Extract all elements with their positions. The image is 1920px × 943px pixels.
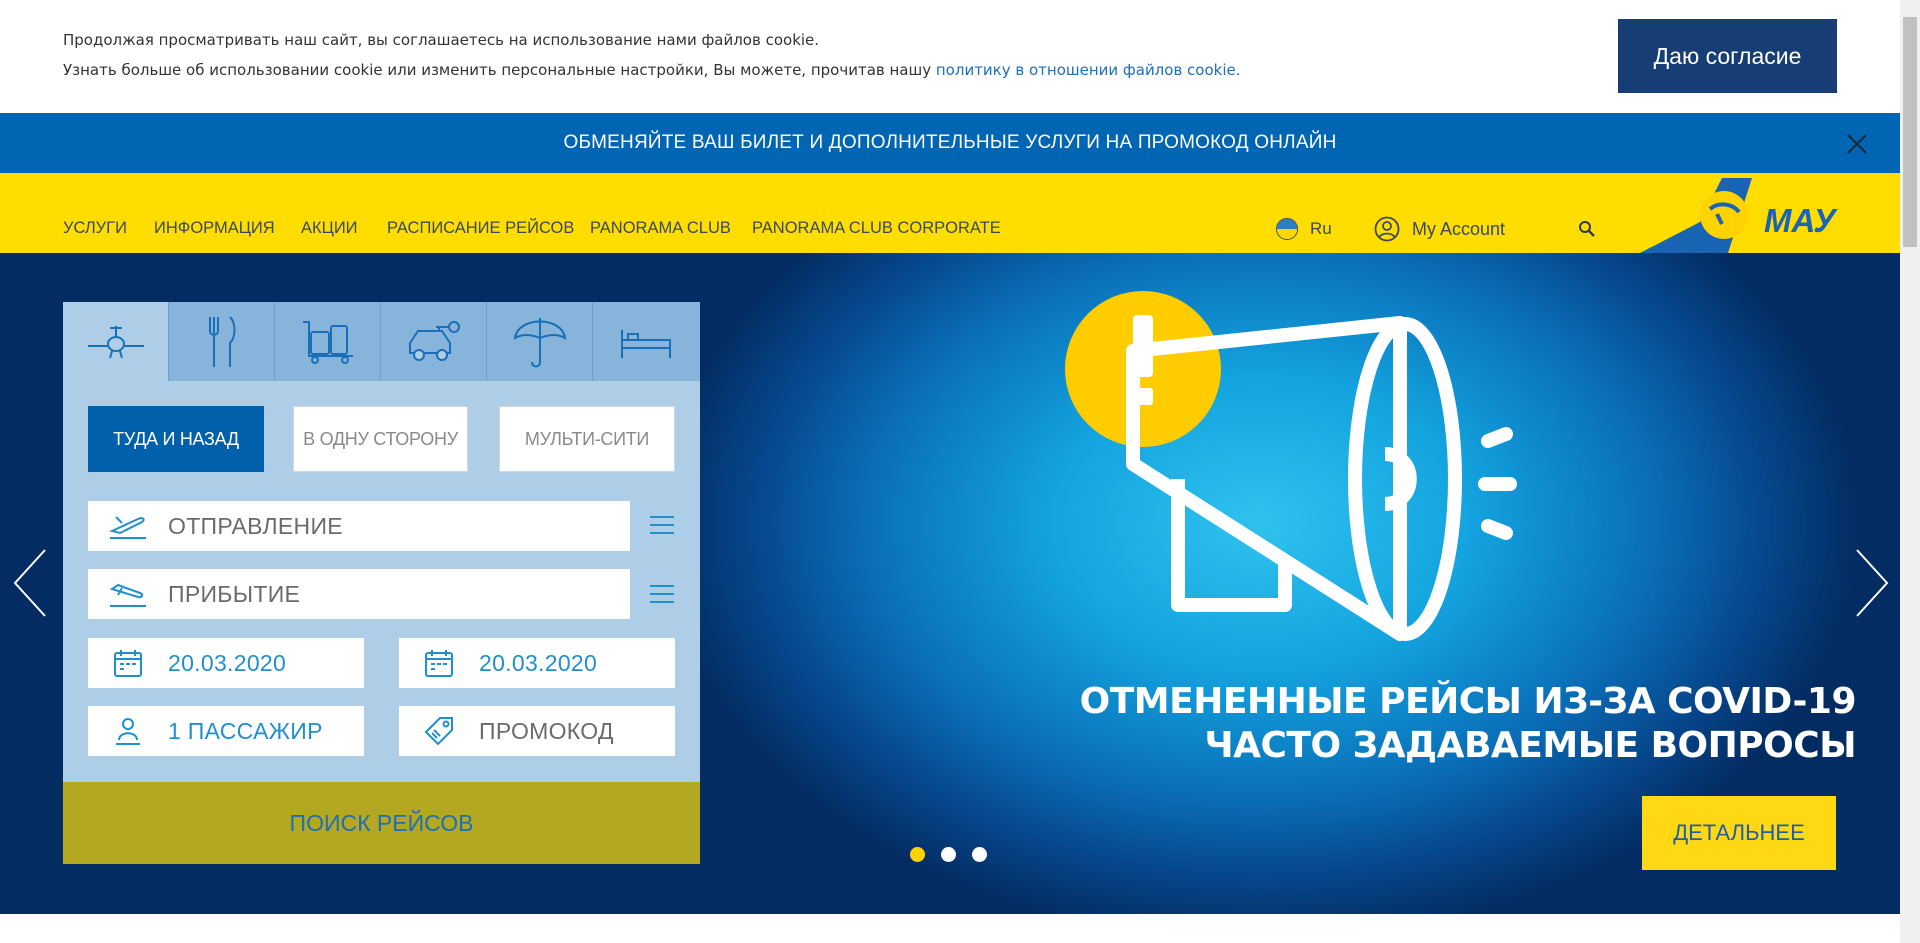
cookie-policy-prefix: Узнать больше об использовании cookie ил… [63,61,936,79]
my-account-link[interactable]: My Account [1374,216,1505,242]
search-flights-button[interactable]: ПОИСК РЕЙСОВ [63,782,700,864]
slider-pagination [910,847,987,862]
slide-dot-2[interactable] [941,847,956,862]
nav-item-promotions[interactable]: АКЦИИ [301,219,358,238]
passenger-icon [116,718,140,745]
cookie-notice-text: Продолжая просматривать наш сайт, вы сог… [63,31,820,49]
promo-code-placeholder: ПРОМОКОД [479,717,614,744]
tab-car-rental[interactable] [381,302,487,381]
passengers-value: 1 ПАССАЖИР [168,717,323,744]
list-icon[interactable] [648,514,676,536]
departure-field[interactable]: ОТПРАВЛЕНИЕ [88,501,630,551]
trip-type-round-trip[interactable]: ТУДА И НАЗАД [88,406,264,472]
promo-banner-text[interactable]: ОБМЕНЯЙТЕ ВАШ БИЛЕТ И ДОПОЛНИТЕЛЬНЫЕ УСЛ… [0,132,1900,154]
cookie-banner [0,0,1900,113]
plane-icon [87,325,144,358]
takeoff-icon [109,516,146,539]
tab-insurance[interactable] [487,302,593,381]
arrival-field[interactable]: ПРИБЫТИЕ [88,569,630,619]
details-button[interactable]: ДЕТАЛЬНЕЕ [1642,796,1836,870]
tag-icon [424,717,453,746]
trip-type-multi-city[interactable]: МУЛЬТИ-СИТИ [499,406,675,472]
slide-title-line2: ЧАСТО ЗАДАВАЕМЫЕ ВОПРОСЫ [1204,725,1857,766]
ukraine-flag-icon [1276,218,1298,240]
date-from-value: 20.03.2020 [168,649,287,676]
cutlery-icon [208,315,235,367]
chevron-right-icon[interactable] [1854,548,1890,618]
tab-flights[interactable] [63,302,169,381]
nav-item-information[interactable]: ИНФОРМАЦИЯ [154,219,275,238]
list-icon[interactable] [648,583,676,605]
cookie-accept-button[interactable]: Даю согласие [1618,19,1837,93]
tab-hotels[interactable] [593,302,699,381]
car-rental-icon [408,320,460,361]
slide-title-line1: ОТМЕНЕННЫЕ РЕЙСЫ ИЗ-ЗА COVID-19 [1079,681,1857,722]
search-icon[interactable] [1578,220,1596,238]
slide-dot-1[interactable] [910,847,925,862]
date-to-value: 20.03.2020 [479,649,598,676]
user-icon [1374,216,1400,242]
chevron-left-icon[interactable] [12,548,48,618]
cookie-policy-link[interactable]: политику в отношении файлов cookie. [936,61,1241,79]
calendar-icon [425,650,453,677]
date-from-field[interactable]: 20.03.2020 [88,638,364,688]
trip-type-one-way[interactable]: В ОДНУ СТОРОНУ [293,406,468,472]
umbrella-icon [513,317,566,367]
departure-placeholder: ОТПРАВЛЕНИЕ [168,512,343,539]
luggage-icon [302,320,353,364]
landing-icon [109,583,146,607]
language-label: Ru [1310,219,1332,238]
nav-item-panorama-club-corporate[interactable]: PANORAMA CLUB CORPORATE [752,219,1001,238]
slide-dot-3[interactable] [972,847,987,862]
main-nav: УСЛУГИ ИНФОРМАЦИЯ АКЦИИ РАСПИСАНИЕ РЕЙСО… [0,173,1900,253]
tab-baggage[interactable] [275,302,381,381]
cookie-policy-text: Узнать больше об использовании cookie ил… [63,61,1241,79]
logo-text: МАУ [1764,202,1838,239]
bed-icon [621,329,671,358]
arrival-placeholder: ПРИБЫТИЕ [168,580,301,607]
promo-code-field[interactable]: ПРОМОКОД [399,706,675,756]
scrollbar-thumb[interactable] [1903,17,1917,247]
date-to-field[interactable]: 20.03.2020 [399,638,675,688]
close-icon[interactable] [1846,133,1868,155]
calendar-icon [114,650,142,677]
passengers-field[interactable]: 1 ПАССАЖИР [88,706,364,756]
tab-meals[interactable] [169,302,275,381]
language-selector[interactable]: Ru [1276,218,1332,240]
nav-item-panorama-club[interactable]: PANORAMA CLUB [590,219,731,238]
booking-tabs [63,302,700,381]
nav-item-services[interactable]: УСЛУГИ [63,219,127,238]
my-account-label: My Account [1412,218,1506,239]
mau-logo[interactable]: МАУ [1640,178,1840,253]
promo-banner: ОБМЕНЯЙТЕ ВАШ БИЛЕТ И ДОПОЛНИТЕЛЬНЫЕ УСЛ… [0,113,1900,173]
nav-item-schedule[interactable]: РАСПИСАНИЕ РЕЙСОВ [387,219,574,238]
slide-headline: ОТМЕНЕННЫЕ РЕЙСЫ ИЗ-ЗА COVID-19 ЧАСТО ЗА… [1079,680,1857,768]
